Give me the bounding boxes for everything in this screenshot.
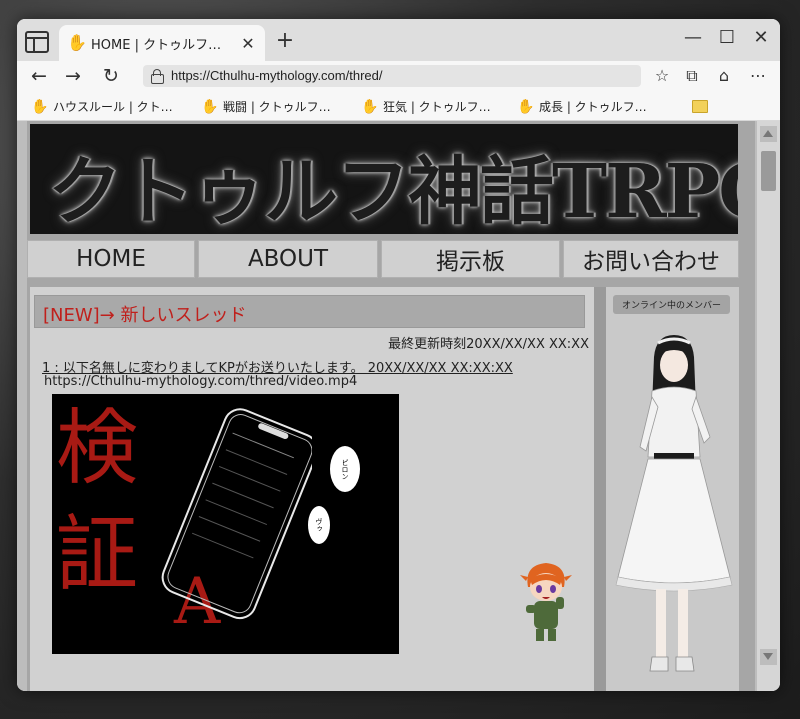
- post-url[interactable]: https://Cthulhu-mythology.com/thred/vide…: [44, 374, 357, 389]
- panel-divider: [594, 287, 606, 691]
- refresh-icon[interactable]: ↻: [99, 65, 123, 87]
- tab-actions-icon[interactable]: [25, 31, 49, 53]
- page-scrollbar[interactable]: [757, 121, 780, 691]
- speech-bubble: ピロン: [330, 446, 360, 492]
- add-favorite-icon[interactable]: ⧉: [681, 66, 703, 86]
- bloody-hand-icon: ✋: [517, 98, 535, 115]
- chibi-character-image: [520, 563, 572, 641]
- web-page: クトゥルフ神話TRPG HOME ABOUT 掲示板 お問い合わせ [NEW]→…: [27, 121, 755, 691]
- title-bar: ✋ HOME | クトゥルフ… ✕ + — ☐ ✕: [17, 19, 780, 61]
- minimize-button[interactable]: —: [681, 27, 705, 48]
- bookmark-item[interactable]: ✋ 戦闘 | クトゥルフ…: [201, 98, 331, 115]
- nav-home[interactable]: HOME: [27, 240, 195, 278]
- bookmark-label: 成長 | クトゥルフ…: [539, 100, 647, 114]
- site-banner: クトゥルフ神話TRPG: [30, 124, 738, 234]
- bloody-hand-icon: ✋: [201, 98, 219, 115]
- site-nav: HOME ABOUT 掲示板 お問い合わせ: [27, 238, 739, 280]
- more-icon[interactable]: ⋯: [747, 66, 769, 85]
- game-icon[interactable]: ⌂: [713, 66, 735, 85]
- video-text-line2: 証: [56, 507, 139, 602]
- page-viewport: クトゥルフ神話TRPG HOME ABOUT 掲示板 お問い合わせ [NEW]→…: [17, 121, 780, 691]
- new-tab-button[interactable]: +: [273, 28, 297, 53]
- close-window-button[interactable]: ✕: [749, 27, 773, 48]
- bookmark-label: ハウスルール | クト…: [53, 100, 173, 114]
- scroll-thumb[interactable]: [761, 151, 776, 191]
- bookmark-item[interactable]: ✋ 成長 | クトゥルフ…: [517, 98, 647, 115]
- nav-about[interactable]: ABOUT: [198, 240, 378, 278]
- bloody-hand-icon: ✋: [361, 98, 379, 115]
- bookmark-item[interactable]: ✋ ハウスルール | クト…: [31, 98, 173, 115]
- url-text[interactable]: https://Cthulhu-mythology.com/thred/: [171, 68, 382, 83]
- members-sidebar: オンライン中のメンバー: [606, 287, 739, 691]
- maximize-button[interactable]: ☐: [715, 27, 739, 48]
- bookmark-label: 狂気 | クトゥルフ…: [383, 100, 491, 114]
- bloody-hand-icon: ✋: [31, 98, 49, 115]
- bookmarks-bar: ✋ ハウスルール | クト… ✋ 戦闘 | クトゥルフ… ✋ 狂気 | クトゥル…: [17, 93, 780, 121]
- browser-window: ✋ HOME | クトゥルフ… ✕ + — ☐ ✕ ← → ↻ https://…: [17, 19, 780, 691]
- last-updated: 最終更新時刻20XX/XX/XX XX:XX: [388, 337, 589, 352]
- online-members-label: オンライン中のメンバー: [613, 295, 730, 314]
- forward-arrow-icon[interactable]: →: [61, 65, 85, 87]
- star-icon[interactable]: ☆: [651, 66, 673, 85]
- video-text-line1: 検: [56, 401, 139, 496]
- bookmark-item[interactable]: ✋ 狂気 | クトゥルフ…: [361, 98, 491, 115]
- back-arrow-icon[interactable]: ←: [27, 65, 51, 87]
- nav-board[interactable]: 掲示板: [381, 240, 560, 278]
- bookmark-label: 戦闘 | クトゥルフ…: [223, 100, 331, 114]
- maid-character-image: [615, 335, 733, 672]
- nav-contact[interactable]: お問い合わせ: [563, 240, 739, 278]
- lock-icon[interactable]: [151, 69, 164, 84]
- address-bar[interactable]: https://Cthulhu-mythology.com/thred/: [143, 65, 641, 87]
- scroll-down-button[interactable]: [760, 649, 777, 665]
- site-title: クトゥルフ神話TRPG: [48, 149, 738, 234]
- scroll-up-button[interactable]: [760, 126, 777, 142]
- phone-drawing: [161, 408, 312, 620]
- bloody-hand-icon: ✋: [67, 33, 87, 52]
- video-player[interactable]: 検 証 A ピロン ヴゥ: [52, 394, 399, 654]
- thread-header: [NEW]→ 新しいスレッド: [34, 295, 585, 328]
- browser-toolbar: ← → ↻ https://Cthulhu-mythology.com/thre…: [17, 61, 780, 93]
- tab-title: HOME | クトゥルフ…: [91, 37, 222, 53]
- active-tab[interactable]: ✋ HOME | クトゥルフ… ✕: [59, 25, 265, 61]
- thread-panel: [NEW]→ 新しいスレッド 最終更新時刻20XX/XX/XX XX:XX 1 …: [30, 287, 594, 691]
- folder-icon[interactable]: [692, 100, 708, 113]
- close-tab-icon[interactable]: ✕: [239, 34, 257, 53]
- speech-bubble: ヴゥ: [308, 506, 330, 544]
- thread-title[interactable]: [NEW]→ 新しいスレッド: [43, 301, 246, 327]
